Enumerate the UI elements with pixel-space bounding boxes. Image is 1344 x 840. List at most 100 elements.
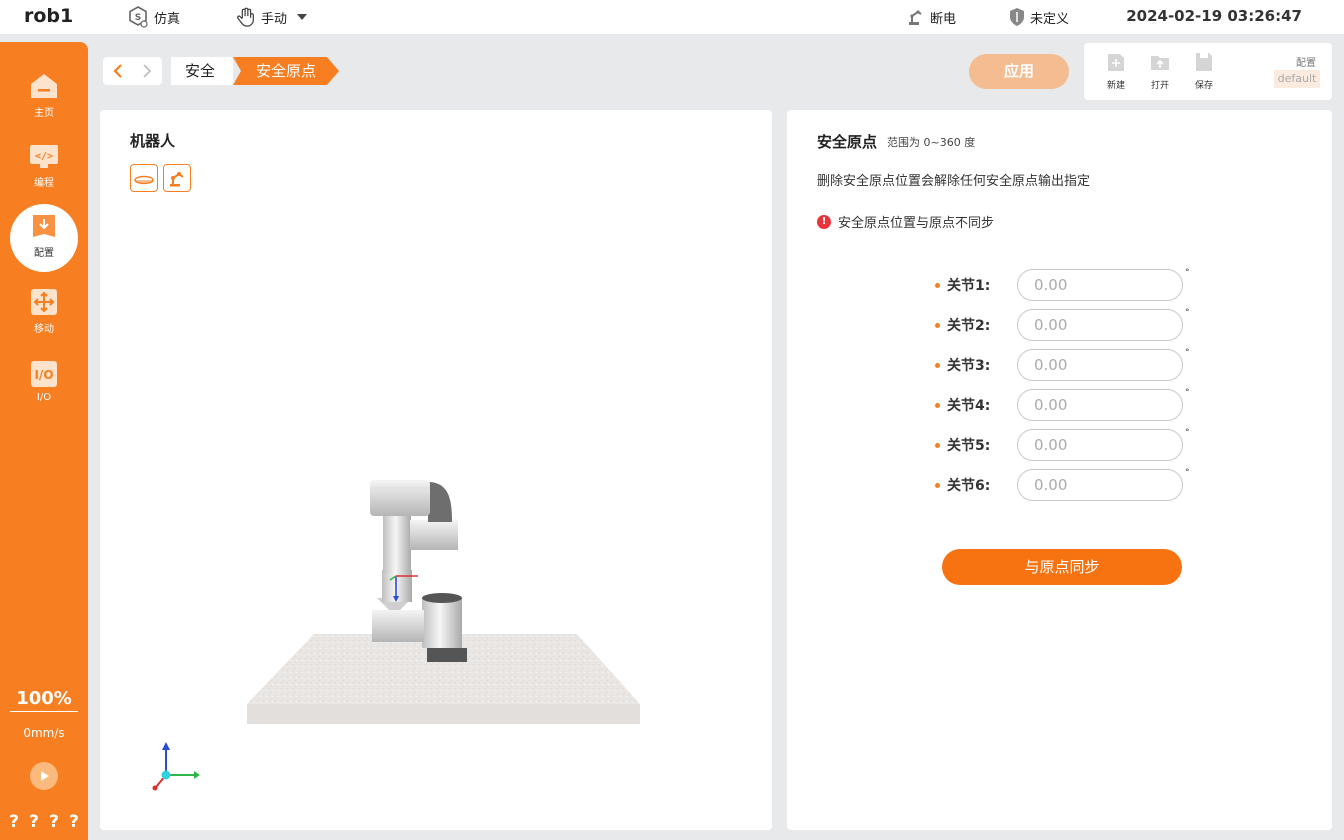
- sidebar-item-label: 编程: [34, 178, 54, 189]
- bullet-icon: [935, 482, 940, 488]
- robot-model-view-button[interactable]: [163, 164, 191, 192]
- joint-1-input[interactable]: [1017, 269, 1183, 301]
- robot-arm-status-icon: [909, 10, 922, 25]
- robot-arm-model: [370, 480, 467, 662]
- chevron-left-icon: [112, 64, 122, 78]
- joint-row: 关节1: °: [935, 268, 1190, 301]
- move-icon: [29, 288, 59, 316]
- config-name-field[interactable]: default: [1274, 70, 1320, 88]
- svg-text:I/O: I/O: [34, 368, 53, 382]
- joint-6-input[interactable]: [1017, 469, 1183, 501]
- joint-3-input[interactable]: [1017, 349, 1183, 381]
- sidebar-item-move[interactable]: 移动: [0, 280, 88, 340]
- tcp-axes: [389, 575, 418, 602]
- power-label: 断电: [930, 11, 957, 27]
- joint-5-input[interactable]: [1017, 429, 1183, 461]
- sidebar-item-io[interactable]: I/O I/O: [0, 352, 88, 412]
- status-indicators: ? ? ? ?: [0, 812, 88, 832]
- new-file-icon: [1108, 54, 1124, 71]
- apply-button[interactable]: 应用: [969, 54, 1069, 89]
- datetime: 2024-02-19 03:26:47: [1126, 7, 1302, 25]
- joint-row: 关节2: °: [935, 308, 1190, 341]
- config-icon: [29, 212, 59, 240]
- sidebar-item-config[interactable]: 配置: [10, 204, 78, 272]
- joint-label: 关节2:: [947, 318, 991, 334]
- forward-button[interactable]: [132, 57, 161, 85]
- open-button[interactable]: 打开: [1145, 51, 1175, 91]
- platform-view-button[interactable]: [130, 164, 158, 192]
- joint-row: 关节5: °: [935, 428, 1190, 461]
- back-button[interactable]: [103, 57, 132, 85]
- bullet-icon: [935, 442, 940, 448]
- degree-unit: °: [1185, 428, 1190, 438]
- degree-unit: °: [1185, 468, 1190, 478]
- new-button[interactable]: 新建: [1101, 51, 1131, 91]
- sidebar-item-label: 配置: [34, 248, 54, 259]
- breadcrumb-safe-home[interactable]: 安全原点: [233, 57, 339, 85]
- degree-unit: °: [1185, 308, 1190, 318]
- world-axes-gizmo: [152, 742, 200, 791]
- status-indicator[interactable]: ?: [9, 812, 19, 832]
- joint-row: 关节6: °: [935, 468, 1190, 501]
- simulation-icon: S: [129, 6, 148, 28]
- joint-label: 关节5:: [947, 438, 991, 454]
- speed-mm: 0mm/s: [23, 726, 65, 740]
- joint-4-input[interactable]: [1017, 389, 1183, 421]
- sync-warning: ! 安全原点位置与原点不同步: [817, 212, 994, 231]
- bullet-icon: [935, 282, 940, 288]
- robot-3d-scene[interactable]: [100, 110, 772, 830]
- play-button[interactable]: [30, 762, 58, 790]
- mode-indicator[interactable]: S 仿真: [126, 0, 180, 34]
- speed-percent[interactable]: 100%: [10, 688, 78, 712]
- panel-title: 机器人: [130, 132, 176, 150]
- mode-label: 仿真: [154, 11, 181, 27]
- joint-label: 关节3:: [947, 358, 991, 374]
- error-icon: !: [817, 214, 831, 229]
- status-indicator[interactable]: ?: [49, 812, 59, 832]
- warning-text: 安全原点位置与原点不同步: [838, 216, 995, 231]
- chevron-right-icon: [142, 64, 151, 78]
- robot-view-panel: 机器人: [100, 110, 772, 830]
- top-bar: rob1 S 仿真 手动 断电 未定义 2024-02-19 03:26:47: [0, 0, 1344, 34]
- save-icon: [1196, 53, 1212, 71]
- safe-home-description: 删除安全原点位置会解除任何安全原点输出指定: [817, 174, 1091, 189]
- config-label: 配置: [1296, 58, 1316, 69]
- folder-icon: [1151, 56, 1169, 70]
- status-indicator[interactable]: ?: [69, 812, 79, 832]
- control-mode-dropdown[interactable]: 手动: [235, 0, 317, 34]
- base-platform: [247, 634, 640, 724]
- safe-home-title: 安全原点: [817, 133, 878, 151]
- degree-unit: °: [1185, 268, 1190, 278]
- breadcrumb-safety[interactable]: 安全: [171, 57, 233, 85]
- robot-name[interactable]: rob1: [24, 5, 73, 27]
- sidebar-item-programming[interactable]: </> 编程: [0, 134, 88, 194]
- joint-row: 关节4: °: [935, 388, 1190, 421]
- platform-icon: [134, 175, 154, 185]
- open-label: 打开: [1150, 81, 1169, 91]
- save-label: 保存: [1194, 81, 1213, 91]
- sidebar-item-label: 主页: [34, 108, 54, 119]
- safety-status[interactable]: 未定义: [1008, 0, 1069, 34]
- history-nav: [103, 57, 162, 85]
- joint-2-input[interactable]: [1017, 309, 1183, 341]
- file-toolbar: 新建 打开 保存 配置 default: [1084, 43, 1332, 100]
- sidebar-item-label: 移动: [34, 324, 54, 335]
- bullet-icon: [935, 362, 940, 368]
- bullet-icon: [935, 322, 940, 328]
- degree-unit: °: [1185, 388, 1190, 398]
- save-button[interactable]: 保存: [1189, 51, 1219, 91]
- sidebar-item-label: I/O: [36, 392, 52, 403]
- safety-label: 未定义: [1030, 11, 1070, 27]
- svg-text:S: S: [135, 13, 141, 23]
- hand-icon: [237, 7, 254, 27]
- sidebar-item-home[interactable]: 主页: [0, 64, 88, 124]
- home-icon: [29, 72, 59, 100]
- robot-arm-icon: [170, 172, 184, 187]
- bullet-icon: [935, 402, 940, 408]
- sync-with-home-button[interactable]: 与原点同步: [942, 549, 1182, 585]
- joint-row: 关节3: °: [935, 348, 1190, 381]
- status-indicator[interactable]: ?: [29, 812, 39, 832]
- power-status[interactable]: 断电: [906, 0, 956, 34]
- joint-label: 关节6:: [947, 478, 991, 494]
- control-mode-label: 手动: [261, 11, 288, 27]
